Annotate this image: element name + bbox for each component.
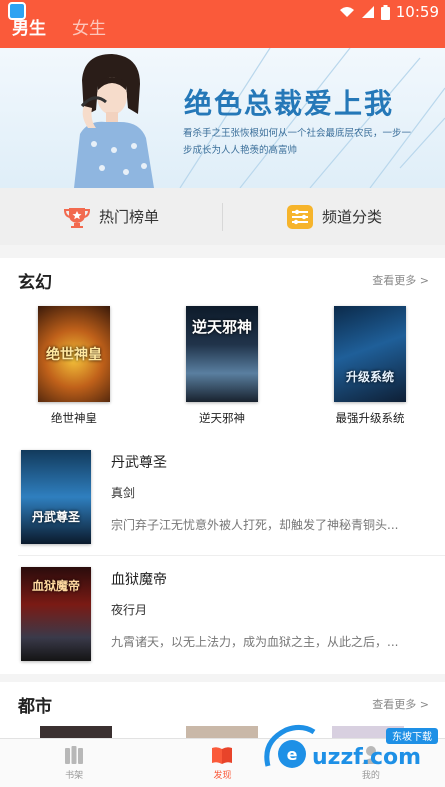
section-title: 玄幻: [18, 272, 52, 293]
cover-title: 血狱魔帝: [31, 579, 80, 593]
cover-title: 升级系统: [345, 370, 394, 384]
top-app-bar: 男生 女生 10:59: [0, 0, 445, 48]
open-book-icon: [212, 747, 233, 764]
tab-male[interactable]: 男生: [12, 14, 46, 39]
featured-book-grid: 绝世神皇 绝世神皇 逆天邪神 逆天邪神 升级系统 最强升级系统: [0, 306, 445, 426]
content-panel: 玄幻 查看更多 > 绝世神皇 绝世神皇 逆天邪神 逆天邪神 升级系统 最强升级系…: [0, 258, 445, 738]
book-cover-peek[interactable]: [186, 726, 258, 738]
book-author: 真剑: [111, 486, 136, 500]
cover-title: 绝世神皇: [46, 347, 102, 363]
book-cover-peek[interactable]: [40, 726, 112, 738]
book-cover: 血狱魔帝: [21, 567, 91, 661]
watermark-tag: 东坡下载: [392, 730, 432, 743]
tab-female[interactable]: 女生: [72, 14, 106, 39]
section-gap: [0, 674, 445, 682]
channel-categories-button[interactable]: 频道分类: [223, 204, 445, 229]
gender-tabs: 男生 女生: [12, 14, 106, 39]
banner-description: 看杀手之王张恢根如何从一个社会最底层农民，一步一步成长为人人艳羡的高富帅: [183, 128, 412, 156]
cover-title: 逆天邪神: [191, 318, 252, 336]
bookshelf-icon: [65, 746, 84, 764]
book-cover: 绝世神皇: [38, 306, 110, 402]
banner-character-illustration: [74, 54, 154, 188]
hot-rankings-label: 热门榜单: [98, 208, 159, 226]
status-bar: 10:59: [339, 2, 439, 22]
book-author: 夜行月: [111, 603, 148, 617]
banner-title: 绝色总裁爱上我: [184, 87, 395, 120]
book-title: 血狱魔帝: [111, 572, 167, 588]
book-card[interactable]: 升级系统 最强升级系统: [296, 306, 444, 426]
view-more-link[interactable]: 查看更多 >: [372, 696, 429, 712]
book-cover: 丹武尊圣: [21, 450, 91, 544]
uzzf-watermark-logo: e uzzf.com 东坡下载: [264, 724, 438, 770]
wifi-icon: [339, 7, 354, 17]
section-header-xuanhuan: 玄幻 查看更多 >: [0, 258, 445, 302]
view-more-link[interactable]: 查看更多 >: [372, 272, 429, 288]
channel-categories-label: 频道分类: [321, 208, 382, 226]
nav-label: 书架: [65, 771, 84, 781]
list-item[interactable]: 丹武尊圣 丹武尊圣 真剑 宗门弃子江无忧意外被人打死，却触发了神秘青铜头...: [0, 450, 445, 560]
battery-icon: [380, 4, 390, 20]
list-item[interactable]: 血狱魔帝 血狱魔帝 夜行月 九霄诸天，以无上法力，成为血狱之主，从此之后，...: [0, 567, 445, 677]
book-cover: 逆天邪神: [186, 306, 258, 402]
book-title: 逆天邪神: [199, 411, 245, 425]
book-description: 九霄诸天，以无上法力，成为血狱之主，从此之后，...: [111, 635, 399, 649]
book-title: 最强升级系统: [335, 411, 405, 425]
signal-icon: [361, 6, 374, 18]
nav-bookshelf[interactable]: 书架: [0, 739, 148, 787]
svg-text:e: e: [287, 745, 298, 764]
status-time: 10:59: [395, 3, 439, 21]
sliders-icon: [286, 204, 313, 229]
watermark-brand: uzzf.com: [312, 745, 421, 770]
nav-label: 发现: [213, 771, 232, 781]
promo-banner[interactable]: 绝色总裁爱上我 看杀手之王张恢根如何从一个社会最底层农民，一步一步成长为人人艳羡…: [0, 48, 445, 188]
book-card[interactable]: 逆天邪神 逆天邪神: [148, 306, 296, 426]
book-title: 丹武尊圣: [111, 455, 167, 471]
book-cover: 升级系统: [334, 306, 406, 402]
cover-title: 丹武尊圣: [31, 510, 80, 524]
list-divider: [18, 555, 445, 556]
quick-entry-bar: 热门榜单 频道分类: [0, 188, 445, 245]
section-title: 都市: [18, 696, 52, 717]
book-title: 绝世神皇: [51, 411, 97, 425]
hot-rankings-button[interactable]: 热门榜单: [0, 205, 222, 229]
book-card[interactable]: 绝世神皇 绝世神皇: [0, 306, 148, 426]
trophy-icon: [63, 207, 90, 228]
section-header-dushi: 都市 查看更多 >: [0, 682, 445, 726]
book-description: 宗门弃子江无忧意外被人打死，却触发了神秘青铜头...: [111, 518, 399, 532]
